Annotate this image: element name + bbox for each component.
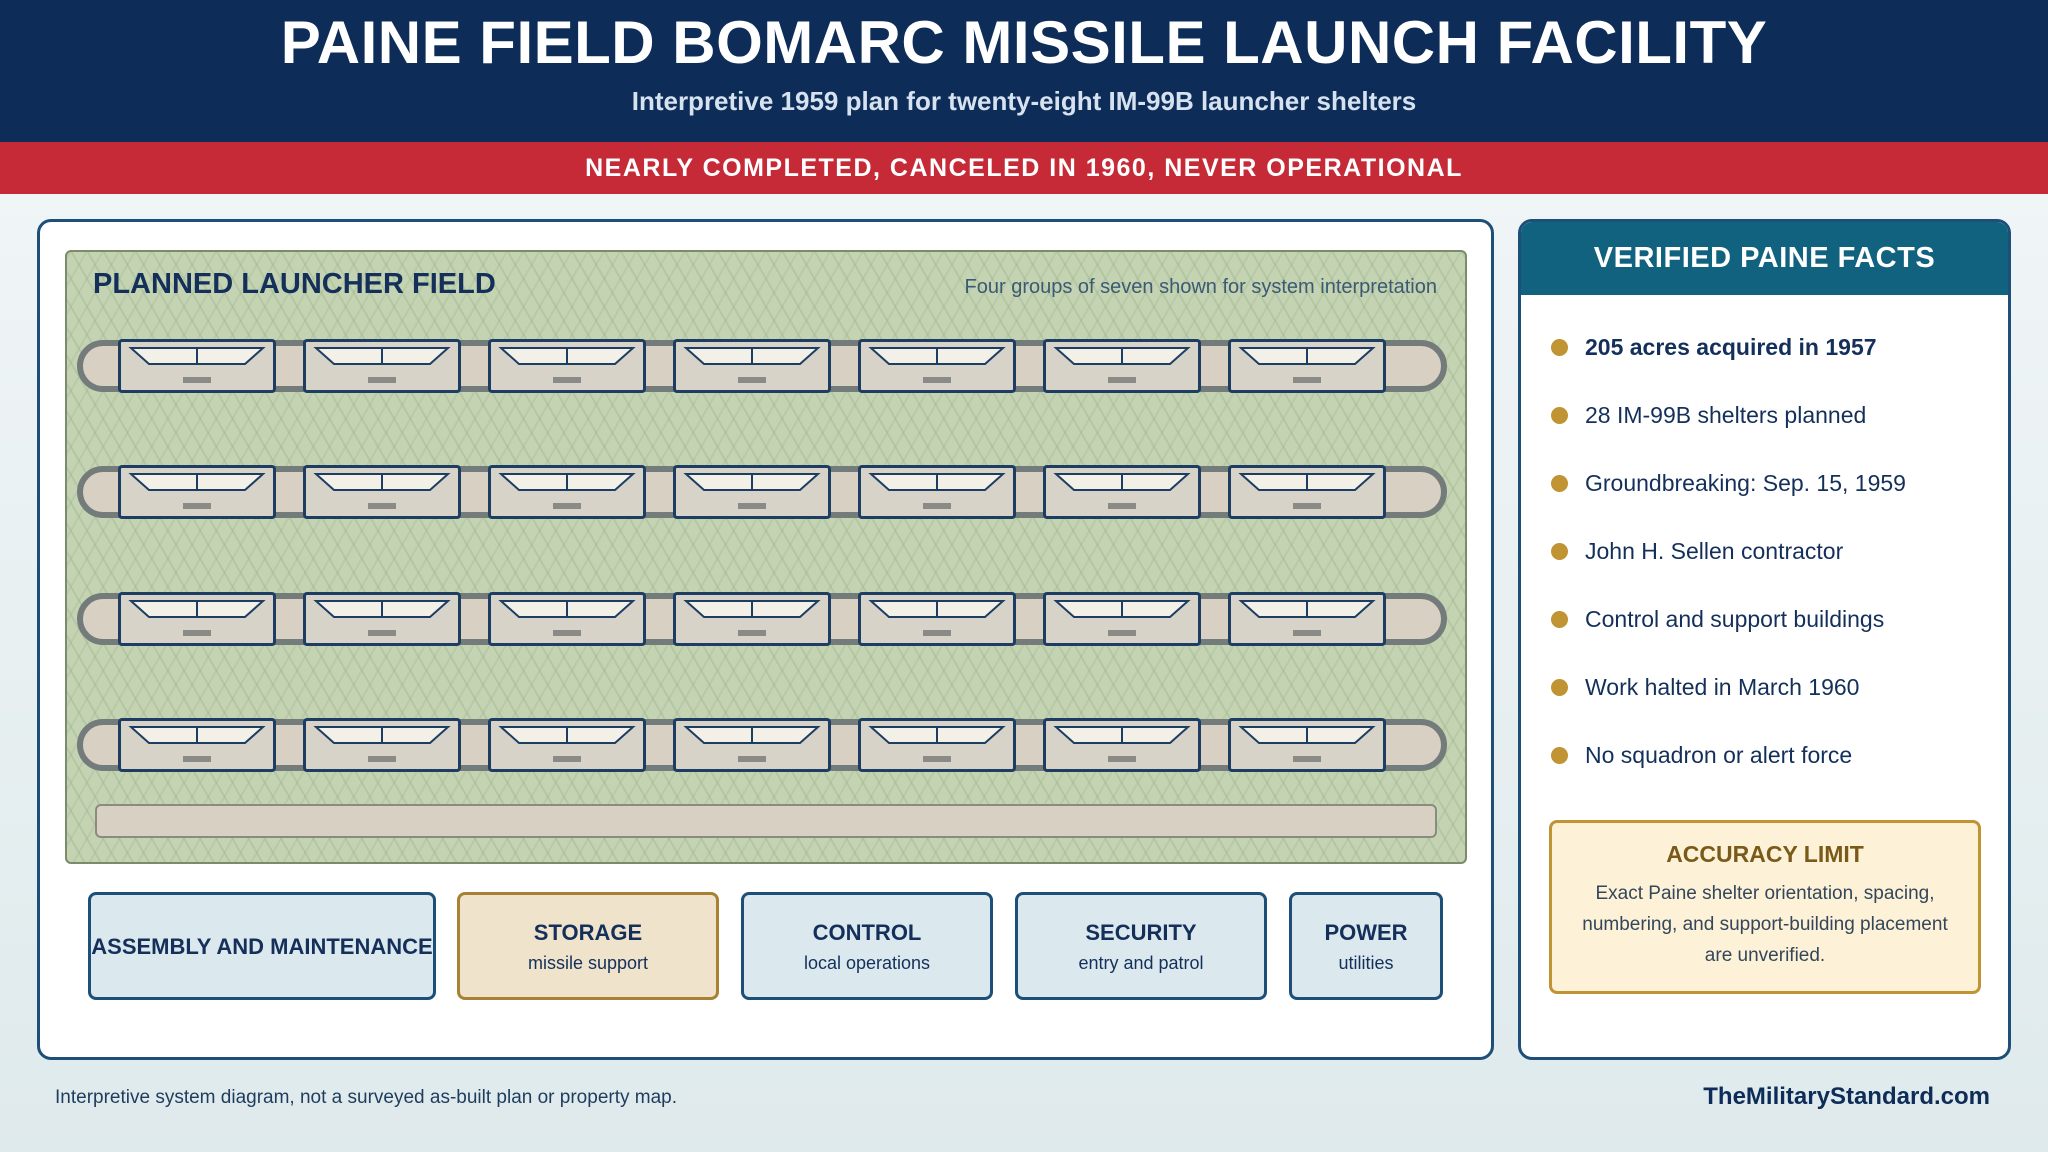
service-strip — [95, 804, 1437, 838]
unit-security: SECURITY entry and patrol — [1015, 892, 1267, 1000]
launcher-shelter — [673, 718, 831, 772]
main-panel: PLANNED LAUNCHER FIELD Four groups of se… — [37, 219, 1494, 1060]
launcher-shelter — [858, 592, 1016, 646]
fact-item: 205 acres acquired in 1957 — [1551, 332, 1877, 362]
field-note: Four groups of seven shown for system in… — [964, 276, 1437, 298]
fact-text: No squadron or alert force — [1585, 741, 1853, 768]
fact-item: Work halted in March 1960 — [1551, 672, 1859, 702]
footer-note: Interpretive system diagram, not a surve… — [55, 1087, 678, 1108]
facts-title: VERIFIED PAINE FACTS — [1521, 222, 2008, 295]
launcher-shelter — [673, 339, 831, 393]
fact-text: 28 IM-99B shelters planned — [1585, 401, 1867, 428]
unit-subtitle: utilities — [1338, 953, 1394, 973]
launcher-shelter — [303, 718, 461, 772]
status-banner: NEARLY COMPLETED, CANCELED IN 1960, NEVE… — [0, 142, 2048, 194]
launcher-shelter — [1043, 592, 1201, 646]
launcher-shelter — [1043, 465, 1201, 519]
accuracy-limit-text: Exact Paine shelter orientation, spacing… — [1582, 883, 1948, 966]
unit-storage: STORAGE missile support — [457, 892, 719, 1000]
launcher-shelter — [858, 339, 1016, 393]
launcher-shelter — [303, 592, 461, 646]
footer-brand: TheMilitaryStandard.com — [1703, 1083, 1990, 1110]
launcher-shelter — [118, 339, 276, 393]
fact-item: Groundbreaking: Sep. 15, 1959 — [1551, 468, 1906, 498]
unit-title: CONTROL — [812, 920, 922, 945]
launcher-shelter — [118, 718, 276, 772]
fact-text: Work halted in March 1960 — [1585, 673, 1860, 700]
accuracy-limit-title: ACCURACY LIMIT — [1666, 841, 1864, 867]
page-subtitle: Interpretive 1959 plan for twenty-eight … — [631, 86, 1417, 116]
launcher-shelter — [1043, 339, 1201, 393]
launcher-shelter — [303, 339, 461, 393]
launcher-shelter — [488, 465, 646, 519]
unit-power: POWER utilities — [1289, 892, 1443, 1000]
launcher-shelter — [303, 465, 461, 519]
launcher-shelter — [1228, 465, 1386, 519]
unit-subtitle: entry and patrol — [1078, 953, 1204, 973]
bullet-icon — [1551, 746, 1568, 764]
launcher-shelter — [1228, 339, 1386, 393]
header: PAINE FIELD BOMARC MISSILE LAUNCH FACILI… — [0, 0, 2048, 142]
fact-item: John H. Sellen contractor — [1551, 536, 1843, 566]
fact-item: No squadron or alert force — [1551, 740, 1852, 770]
bullet-icon — [1551, 338, 1568, 356]
launcher-shelter — [1043, 718, 1201, 772]
fact-text: 205 acres acquired in 1957 — [1585, 333, 1877, 360]
launcher-field: PLANNED LAUNCHER FIELD Four groups of se… — [65, 250, 1467, 864]
facts-panel: VERIFIED PAINE FACTS 205 acres acquired … — [1518, 219, 2011, 1060]
fact-text: Control and support buildings — [1585, 605, 1885, 632]
accuracy-limit-box: ACCURACY LIMIT Exact Paine shelter orien… — [1549, 820, 1981, 994]
launcher-shelter — [118, 592, 276, 646]
launcher-shelter — [858, 718, 1016, 772]
unit-title: ASSEMBLY AND MAINTENANCE — [91, 933, 433, 959]
launcher-shelter — [1228, 718, 1386, 772]
launcher-shelter — [488, 592, 646, 646]
launcher-shelter — [673, 465, 831, 519]
launcher-shelter — [118, 465, 276, 519]
bullet-icon — [1551, 406, 1568, 424]
bullet-icon — [1551, 678, 1568, 696]
launcher-shelter — [1228, 592, 1386, 646]
fact-item: 28 IM-99B shelters planned — [1551, 400, 1866, 430]
fact-text: Groundbreaking: Sep. 15, 1959 — [1585, 469, 1906, 496]
unit-title: SECURITY — [1085, 920, 1197, 945]
launcher-shelter — [488, 718, 646, 772]
unit-title: POWER — [1324, 920, 1408, 945]
launcher-shelter — [488, 339, 646, 393]
unit-subtitle: missile support — [527, 953, 649, 973]
bullet-icon — [1551, 474, 1568, 492]
unit-subtitle: local operations — [803, 953, 931, 973]
page-title: PAINE FIELD BOMARC MISSILE LAUNCH FACILI… — [280, 9, 1768, 76]
unit-assembly-maintenance: ASSEMBLY AND MAINTENANCE — [88, 892, 436, 1000]
fact-item: Control and support buildings — [1551, 604, 1884, 634]
bullet-icon — [1551, 542, 1568, 560]
unit-title: STORAGE — [533, 920, 643, 945]
launcher-shelter — [673, 592, 831, 646]
launcher-shelter — [858, 465, 1016, 519]
field-title: PLANNED LAUNCHER FIELD — [93, 268, 496, 300]
bullet-icon — [1551, 610, 1568, 628]
unit-control: CONTROL local operations — [741, 892, 993, 1000]
fact-text: John H. Sellen contractor — [1585, 537, 1844, 564]
